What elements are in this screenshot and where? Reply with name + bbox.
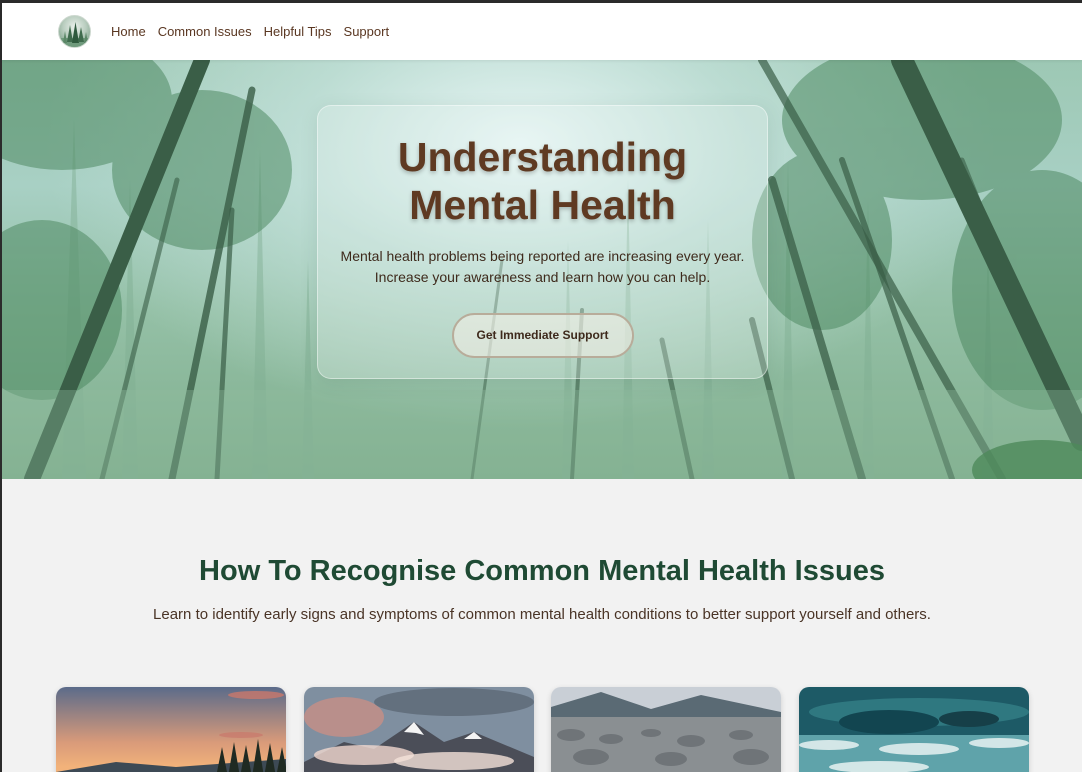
section-title: How To Recognise Common Mental Health Is…: [199, 555, 885, 587]
hero-text-line1: Mental health problems being reported ar…: [340, 248, 745, 264]
pebble-beach-image: [551, 687, 781, 772]
forest-logo-icon[interactable]: [58, 15, 91, 48]
top-navigation: Home Common Issues Helpful Tips Support: [2, 3, 1082, 60]
issue-card-3[interactable]: [551, 687, 781, 772]
issue-card-1[interactable]: [56, 687, 286, 772]
get-immediate-support-button[interactable]: Get Immediate Support: [451, 313, 634, 358]
snowy-mountains-image: [304, 687, 534, 772]
issue-card-4[interactable]: [799, 687, 1029, 772]
section-subtitle: Learn to identify early signs and sympto…: [153, 606, 931, 623]
hero-title-line2: Mental Health: [409, 182, 676, 228]
hero-banner: Understanding Mental Health Mental healt…: [2, 60, 1082, 479]
sunset-forest-image: [56, 687, 286, 772]
issue-card-2[interactable]: [304, 687, 534, 772]
hero-card: Understanding Mental Health Mental healt…: [317, 105, 768, 379]
nav-link-common-issues[interactable]: Common Issues: [158, 24, 252, 39]
hero-title-line1: Understanding: [397, 134, 688, 180]
nav-link-support[interactable]: Support: [344, 24, 390, 39]
nav-links: Home Common Issues Helpful Tips Support: [111, 24, 389, 39]
hero-text-line2: Increase your awareness and learn how yo…: [374, 269, 711, 285]
ocean-wave-image: [799, 687, 1029, 772]
hero-description: Mental health problems being reported ar…: [318, 246, 767, 288]
common-issues-section: How To Recognise Common Mental Health Is…: [2, 479, 1082, 772]
issue-cards: [56, 687, 1031, 772]
nav-link-helpful-tips[interactable]: Helpful Tips: [264, 24, 332, 39]
hero-title: Understanding Mental Health: [318, 133, 767, 229]
nav-link-home[interactable]: Home: [111, 24, 146, 39]
